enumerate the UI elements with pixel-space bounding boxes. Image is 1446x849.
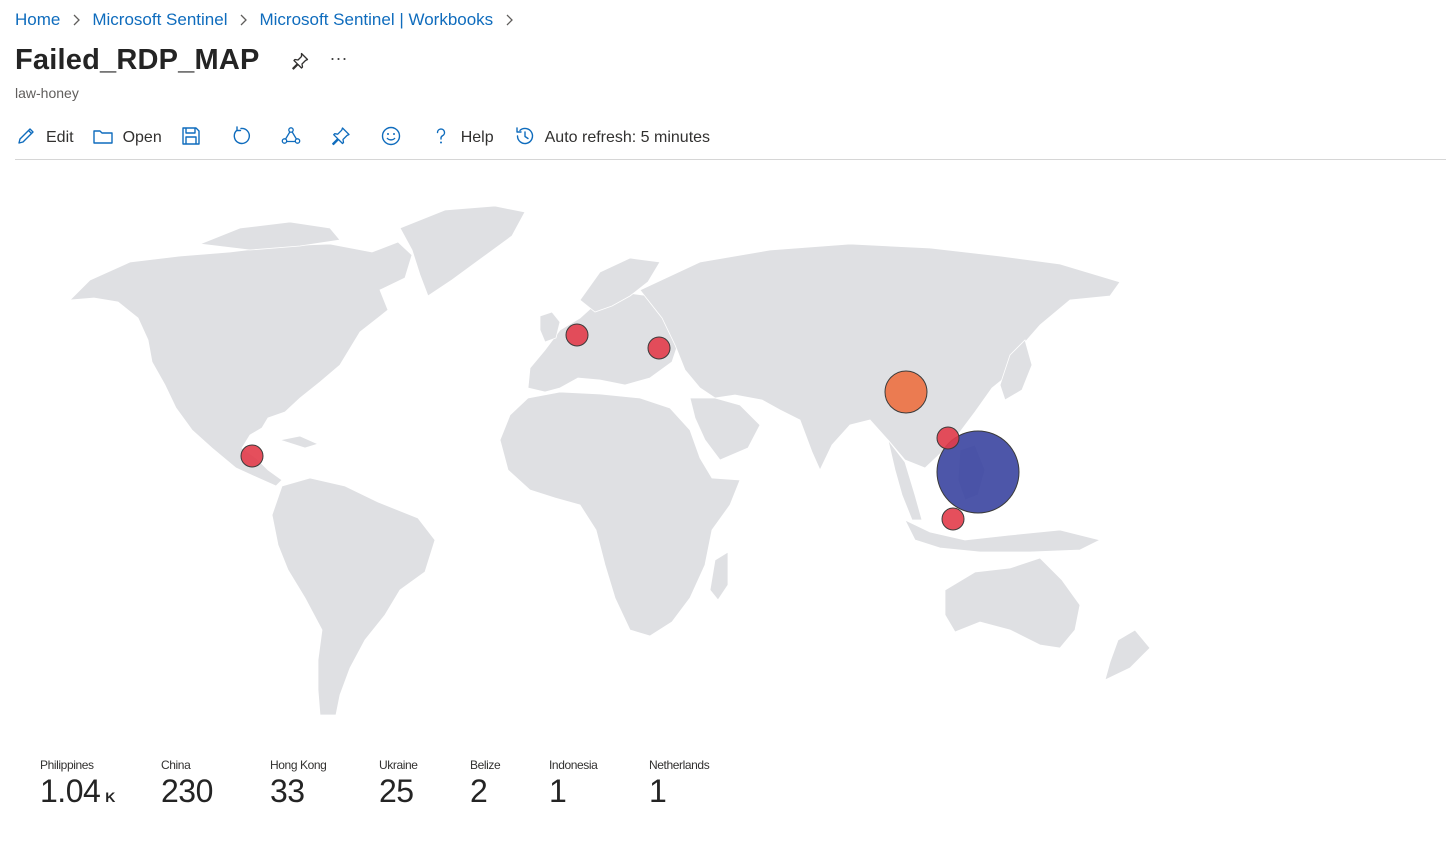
tile-unit: K — [105, 789, 115, 805]
breadcrumb-home[interactable]: Home — [15, 10, 60, 30]
save-icon — [180, 125, 202, 152]
help-label: Help — [460, 129, 494, 146]
refresh-icon — [230, 125, 252, 152]
share-icon — [280, 125, 302, 152]
tile-label: Philippines — [40, 758, 94, 772]
smiley-icon — [380, 125, 402, 152]
toolbar: Edit Open Help Auto refresh: 5 minutes — [15, 124, 710, 152]
tile-value: 1.04 K — [40, 773, 161, 810]
breadcrumb-sentinel[interactable]: Microsoft Sentinel — [92, 10, 227, 30]
tile-value: 2 — [470, 773, 488, 809]
feedback-button[interactable] — [380, 125, 402, 152]
tile-label: Ukraine — [379, 758, 418, 772]
map-bubble-ukraine[interactable] — [647, 336, 671, 360]
tile-value: 33 — [270, 773, 305, 809]
land-cuba — [278, 435, 320, 449]
tile-hong-kong[interactable]: Hong Kong 33 — [270, 758, 379, 810]
map-bubble-belize[interactable] — [240, 444, 264, 468]
share-button[interactable] — [280, 125, 302, 152]
chevron-right-icon — [68, 12, 84, 28]
tile-ukraine[interactable]: Ukraine 25 — [379, 758, 470, 810]
tile-value: 25 — [379, 773, 414, 809]
edit-label: Edit — [46, 129, 74, 146]
tile-label: Netherlands — [649, 758, 710, 772]
title-row: Failed_RDP_MAP ··· — [15, 44, 348, 77]
tile-number: 1.04 — [40, 773, 101, 809]
save-button[interactable] — [180, 125, 202, 152]
tile-label: Indonesia — [549, 758, 598, 772]
land-madagascar — [709, 551, 729, 601]
land-new-zealand — [1104, 629, 1151, 681]
auto-refresh-label: Auto refresh: 5 minutes — [544, 129, 711, 146]
chevron-right-icon — [501, 12, 517, 28]
map-bubble-china[interactable] — [884, 370, 928, 414]
tile-value: 230 — [161, 773, 213, 809]
pin-icon[interactable] — [290, 51, 310, 71]
tile-value: 1 — [549, 773, 567, 809]
open-button[interactable]: Open — [92, 125, 162, 152]
map-bubble-netherlands[interactable] — [565, 323, 589, 347]
tile-netherlands[interactable]: Netherlands 1 — [649, 758, 749, 810]
history-icon — [514, 125, 536, 152]
map-bubble-indonesia[interactable] — [941, 507, 965, 531]
tile-label: Belize — [470, 758, 501, 772]
land-greenland — [399, 205, 526, 297]
tile-indonesia[interactable]: Indonesia 1 — [549, 758, 649, 810]
tile-label: Hong Kong — [270, 758, 327, 772]
page-title: Failed_RDP_MAP — [15, 44, 260, 76]
resource-subtitle: law-honey — [15, 85, 79, 101]
land-north-america — [68, 241, 413, 487]
tile-china[interactable]: China 230 — [161, 758, 270, 810]
breadcrumb: Home Microsoft Sentinel Microsoft Sentin… — [15, 10, 525, 30]
edit-button[interactable]: Edit — [15, 125, 74, 152]
tile-belize[interactable]: Belize 2 — [470, 758, 549, 810]
auto-refresh-button[interactable]: Auto refresh: 5 minutes — [514, 125, 710, 152]
tile-label: China — [161, 758, 191, 772]
chevron-right-icon — [235, 12, 251, 28]
open-label: Open — [122, 129, 162, 146]
breadcrumb-workbooks[interactable]: Microsoft Sentinel | Workbooks — [259, 10, 493, 30]
land-australia — [944, 557, 1081, 649]
pin-button[interactable] — [330, 125, 352, 152]
land-arabia — [689, 397, 761, 461]
refresh-button[interactable] — [230, 125, 252, 152]
summary-tiles: Philippines 1.04 K China 230 Hong Kong 33… — [40, 758, 749, 810]
help-button[interactable]: Help — [430, 125, 494, 152]
world-map[interactable] — [0, 160, 1446, 750]
edit-icon — [15, 125, 37, 152]
land-south-america — [271, 477, 436, 716]
map-bubble-hong-kong[interactable] — [936, 426, 960, 450]
more-options-button[interactable]: ··· — [330, 49, 348, 73]
pin-icon — [330, 125, 352, 152]
question-icon — [430, 125, 452, 152]
tile-philippines[interactable]: Philippines 1.04 K — [40, 758, 161, 810]
land-indonesia — [904, 519, 1102, 553]
tile-value: 1 — [649, 773, 667, 809]
folder-icon — [92, 125, 114, 152]
